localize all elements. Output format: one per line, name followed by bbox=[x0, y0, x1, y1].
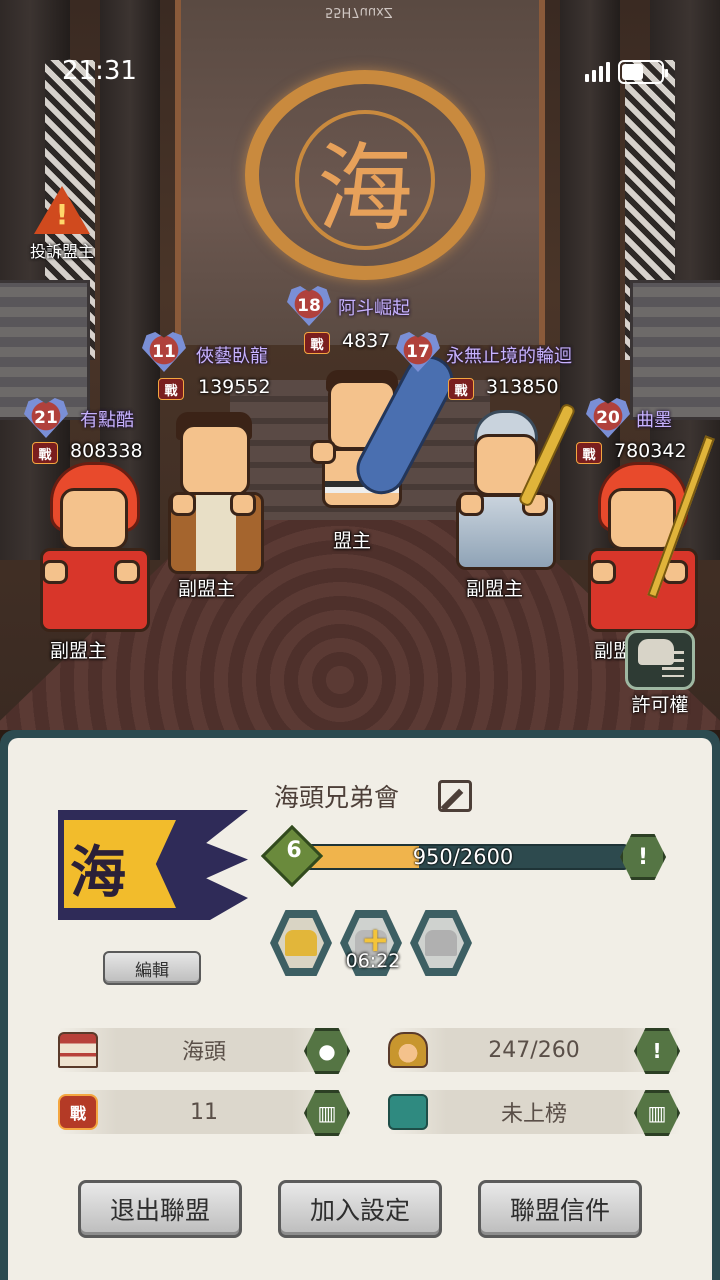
location-pin-button[interactable]: ● bbox=[304, 1028, 350, 1074]
member-power: 313850 bbox=[486, 376, 559, 398]
alliance-buff-golden-beast[interactable] bbox=[270, 910, 332, 976]
member-role: 副盟主 bbox=[178, 578, 236, 600]
power-value: 11 bbox=[190, 1099, 218, 1125]
power-badge-icon: 戰 bbox=[576, 442, 602, 464]
xp-progress-text: 950/2600 bbox=[412, 845, 514, 869]
signal-icon bbox=[585, 62, 610, 82]
stat-power: 戰 11 ▥ bbox=[58, 1090, 350, 1136]
warning-icon: ! bbox=[34, 186, 90, 234]
member-role: 副盟主 bbox=[50, 640, 108, 662]
golden-beast-icon bbox=[285, 930, 317, 956]
permission-hat-icon bbox=[625, 630, 695, 690]
edit-flag-button[interactable]: 編輯 bbox=[103, 951, 201, 985]
member-name: 曲墨 bbox=[636, 410, 672, 431]
permissions-label: 許可權 bbox=[631, 694, 689, 716]
join-settings-button[interactable]: 加入設定 bbox=[278, 1180, 442, 1238]
banner-watermark: 55H7uuxZ bbox=[325, 4, 393, 19]
rename-icon[interactable] bbox=[438, 780, 472, 812]
power-badge-icon: 戰 bbox=[58, 1094, 98, 1130]
status-icons bbox=[585, 60, 668, 84]
report-leader-label: 投訴盟主 bbox=[29, 242, 94, 261]
alliance-info-panel: 海 編輯 海頭兄弟會 950/2600 6 ! + 06:22 海頭 ● 247… bbox=[0, 730, 720, 1280]
alliance-mail-button[interactable]: 聯盟信件 bbox=[478, 1180, 642, 1238]
member-power: 808338 bbox=[70, 440, 143, 462]
member-role: 盟主 bbox=[333, 530, 372, 552]
vice-leader-avatar bbox=[450, 402, 577, 575]
member-power: 4837 bbox=[342, 330, 391, 352]
stat-city: 海頭 ● bbox=[58, 1028, 350, 1074]
power-badge-icon: 戰 bbox=[304, 332, 330, 354]
pillar-base bbox=[630, 280, 720, 420]
member-name: 有點酷 bbox=[80, 410, 134, 431]
panel-body: 海 編輯 海頭兄弟會 950/2600 6 ! + 06:22 海頭 ● 247… bbox=[8, 738, 712, 1280]
power-badge-icon: 戰 bbox=[448, 378, 474, 400]
vice-leader-avatar bbox=[580, 435, 715, 637]
vice-leader-avatar bbox=[30, 462, 160, 637]
member-name: 阿斗崛起 bbox=[338, 298, 410, 319]
city-pagoda-icon bbox=[58, 1032, 98, 1068]
members-info-button[interactable]: ! bbox=[634, 1028, 680, 1074]
stat-members: 247/260 ! bbox=[388, 1028, 680, 1074]
pillar-base bbox=[0, 280, 90, 420]
member-helmet-icon bbox=[388, 1032, 428, 1068]
battery-icon bbox=[618, 60, 668, 84]
alliance-buff-locked[interactable] bbox=[410, 910, 472, 976]
power-ranking-button[interactable]: ▥ bbox=[304, 1090, 350, 1136]
alliance-level: 6 bbox=[286, 838, 302, 863]
alliance-flag: 海 bbox=[58, 810, 248, 920]
member-power: 780342 bbox=[614, 440, 687, 462]
permissions-button[interactable]: 許可權 bbox=[618, 630, 702, 717]
member-role: 副盟主 bbox=[466, 578, 524, 600]
banner-crest: 海 bbox=[295, 110, 435, 250]
leave-alliance-button[interactable]: 退出聯盟 bbox=[78, 1180, 242, 1238]
xp-info-button[interactable]: ! bbox=[620, 834, 666, 880]
alliance-level-row: 950/2600 6 ! bbox=[260, 824, 666, 888]
member-power: 139552 bbox=[198, 376, 271, 398]
members-value: 247/260 bbox=[488, 1037, 580, 1063]
stat-rank: 未上榜 ▥ bbox=[388, 1090, 680, 1136]
status-time: 21:31 bbox=[62, 56, 137, 86]
leader-avatar bbox=[310, 347, 463, 530]
rank-value: 未上榜 bbox=[500, 1102, 567, 1127]
alliance-hall-scene: 55H7uuxZ 海 21:31 ! 投訴盟主 18 阿斗崛起 戰 4837 盟… bbox=[0, 0, 720, 730]
report-leader-button[interactable]: ! 投訴盟主 bbox=[20, 186, 104, 262]
power-badge-icon: 戰 bbox=[32, 442, 58, 464]
power-badge-icon: 戰 bbox=[158, 378, 184, 400]
member-name: 永無止境的輪迴 bbox=[446, 346, 572, 367]
vice-leader-avatar bbox=[160, 412, 270, 577]
buff-timer: 06:22 bbox=[345, 950, 401, 972]
silver-beast-icon bbox=[425, 930, 457, 956]
member-name: 俠藝臥龍 bbox=[196, 346, 268, 367]
alliance-name: 海頭兄弟會 bbox=[274, 783, 400, 812]
city-value: 海頭 bbox=[181, 1040, 226, 1065]
rank-chart-button[interactable]: ▥ bbox=[634, 1090, 680, 1136]
flag-emblem: 海 bbox=[70, 840, 126, 906]
bronze-ding-icon bbox=[388, 1094, 428, 1130]
